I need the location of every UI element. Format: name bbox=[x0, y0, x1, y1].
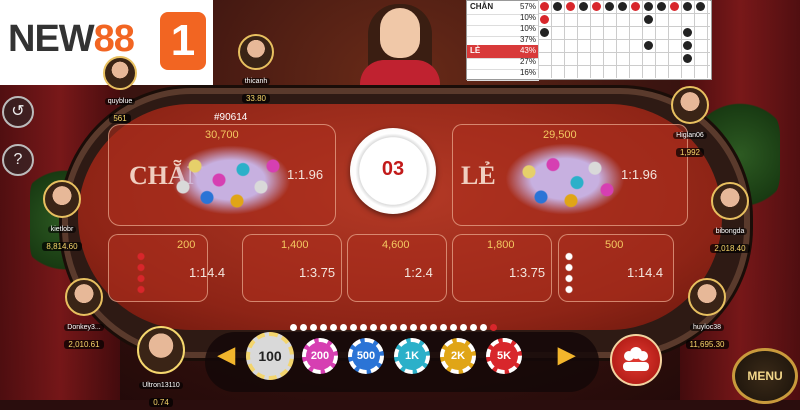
chip-2k[interactable]: 2K bbox=[440, 338, 476, 374]
player-seat[interactable]: quyblue 561 bbox=[90, 56, 150, 126]
side-1-amount: 200 bbox=[177, 239, 196, 251]
side-2-amount: 1,400 bbox=[281, 239, 309, 251]
chip-100[interactable]: 100 bbox=[246, 332, 294, 380]
player-seat[interactable]: Higlan06 1,992 bbox=[662, 86, 718, 160]
chip-1k[interactable]: 1K bbox=[394, 338, 430, 374]
player-name: huyloc38 bbox=[689, 324, 725, 331]
player-balance: 11,695.30 bbox=[685, 340, 729, 349]
player-balance: 33.80 bbox=[241, 94, 271, 103]
bet-zone-side-5[interactable]: 500 1:14.4 bbox=[558, 234, 674, 302]
history-icon: ↺ bbox=[11, 103, 25, 120]
player-seat[interactable]: Donkey3... 2,010.61 bbox=[52, 278, 116, 352]
side-3-amount: 4,600 bbox=[382, 239, 410, 251]
chip-200[interactable]: 200 bbox=[302, 338, 338, 374]
player-name: kietlobr bbox=[47, 226, 77, 233]
le-odds: 1:1.96 bbox=[621, 167, 658, 182]
round-id: #90614 bbox=[214, 112, 248, 123]
player-balance: 0.74 bbox=[149, 398, 173, 407]
side-4-odds: 1:3.75 bbox=[509, 265, 546, 280]
avatar bbox=[103, 56, 137, 90]
history-grid bbox=[538, 0, 710, 78]
avatar bbox=[688, 278, 726, 316]
help-button[interactable]: ? bbox=[2, 144, 34, 176]
players-button[interactable] bbox=[610, 334, 662, 386]
chip-next-arrow[interactable]: ▶ bbox=[558, 342, 575, 368]
bet-zone-side-1[interactable]: 200 1:14.4 bbox=[108, 234, 225, 302]
menu-button[interactable]: MENU bbox=[732, 348, 798, 404]
white-dots-pattern bbox=[565, 251, 573, 295]
player-seat[interactable]: thicanh 33.80 bbox=[226, 34, 286, 106]
bet-zone-chan[interactable]: 30,700 CHẴN 1:1.96 bbox=[108, 124, 336, 226]
avatar bbox=[137, 326, 185, 374]
player-name: Ultron13110 bbox=[139, 382, 183, 389]
side-4-amount: 1,800 bbox=[487, 239, 515, 251]
avatar bbox=[43, 180, 81, 218]
help-icon: ? bbox=[13, 151, 23, 168]
red-dots-pattern bbox=[137, 251, 145, 295]
result-dots bbox=[290, 318, 500, 331]
side-3-odds: 1:2.4 bbox=[404, 265, 433, 280]
avatar bbox=[65, 278, 103, 316]
le-amount: 29,500 bbox=[543, 129, 577, 141]
self-player-seat[interactable]: Ultron13110 0.74 bbox=[130, 326, 192, 410]
player-balance: 2,010.61 bbox=[64, 340, 104, 349]
bet-zone-side-3[interactable]: 4,600 1:2.4 bbox=[347, 234, 447, 302]
side-5-amount: 500 bbox=[605, 239, 624, 251]
bet-zone-le[interactable]: 29,500 LẺ 1:1.96 bbox=[452, 124, 688, 226]
avatar bbox=[711, 182, 749, 220]
player-seat[interactable]: huyloc38 11,695.30 bbox=[672, 278, 742, 352]
player-balance: 561 bbox=[109, 114, 131, 123]
round-number: 03 bbox=[381, 158, 405, 180]
player-name: Higlan06 bbox=[673, 132, 707, 139]
chip-prev-arrow[interactable]: ◀ bbox=[218, 342, 235, 368]
side-1-odds: 1:14.4 bbox=[189, 265, 226, 280]
bet-zone-side-4[interactable]: 1,800 1:3.75 bbox=[452, 234, 552, 302]
player-balance: 1,992 bbox=[675, 148, 705, 157]
avatar bbox=[238, 34, 274, 70]
player-balance: 8,814.60 bbox=[42, 242, 82, 251]
chip-5k[interactable]: 5K bbox=[486, 338, 522, 374]
dealer-face bbox=[380, 8, 420, 58]
chan-chip-stack bbox=[171, 145, 291, 215]
bet-zone-side-2[interactable]: 1,400 1:3.75 bbox=[242, 234, 342, 302]
chip-500[interactable]: 500 bbox=[348, 338, 384, 374]
chan-odds: 1:1.96 bbox=[287, 167, 324, 182]
le-label: LẺ bbox=[461, 161, 496, 190]
round-disc: 03 bbox=[350, 128, 436, 214]
logo-mark: 1 bbox=[160, 12, 206, 70]
history-button[interactable]: ↺ bbox=[2, 96, 34, 128]
avatar bbox=[671, 86, 709, 124]
player-seat[interactable]: kietlobr 8,814.60 bbox=[30, 180, 94, 254]
player-name: thicanh bbox=[241, 78, 271, 85]
player-name: quyblue bbox=[104, 98, 136, 105]
player-name: bibongda bbox=[712, 228, 748, 235]
player-name: Donkey3... bbox=[64, 324, 104, 331]
group-icon bbox=[623, 347, 649, 371]
side-5-odds: 1:14.4 bbox=[627, 265, 664, 280]
side-2-odds: 1:3.75 bbox=[299, 265, 336, 280]
chan-amount: 30,700 bbox=[205, 129, 239, 141]
player-balance: 2,018.40 bbox=[710, 244, 750, 253]
logo-wordmark: NEW88 bbox=[8, 18, 135, 60]
player-seat[interactable]: bibongda 2,018.40 bbox=[700, 182, 760, 256]
le-chip-stack bbox=[505, 143, 625, 215]
stat-row: 16% bbox=[467, 67, 539, 81]
